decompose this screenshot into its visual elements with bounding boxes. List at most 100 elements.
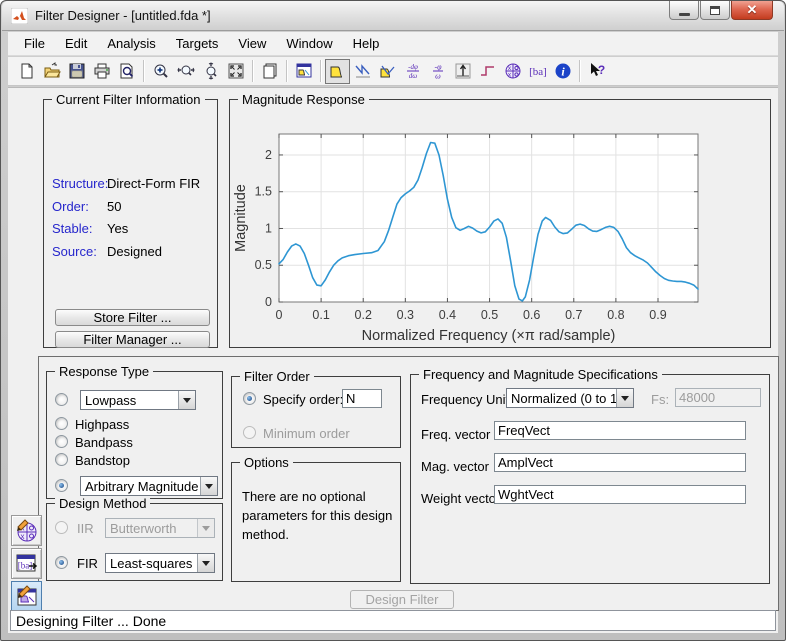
arbitrary-magnitude-combo-arrow[interactable] xyxy=(200,477,217,495)
zoom-y-icon[interactable] xyxy=(198,59,223,84)
bandstop-radio[interactable] xyxy=(55,453,68,466)
full-view-icon[interactable] xyxy=(223,59,248,84)
print-icon[interactable] xyxy=(89,59,114,84)
svg-text:x: x xyxy=(20,532,24,541)
specify-order-radio[interactable] xyxy=(243,392,256,405)
response-type-title: Response Type xyxy=(55,364,153,379)
menu-targets[interactable]: Targets xyxy=(166,33,229,54)
design-filter-button[interactable]: Design Filter xyxy=(350,590,454,609)
stable-label: Stable: xyxy=(52,221,92,236)
frequency-units-combo-arrow[interactable] xyxy=(616,389,633,407)
filter-manager-button[interactable]: Filter Manager ... xyxy=(55,331,210,348)
zoom-in-icon[interactable] xyxy=(148,59,173,84)
toolbar-separator xyxy=(286,60,287,82)
menu-edit[interactable]: Edit xyxy=(55,33,97,54)
svg-text:0.5: 0.5 xyxy=(481,308,498,322)
menu-window[interactable]: Window xyxy=(276,33,342,54)
whats-this-help-icon[interactable]: ? xyxy=(584,59,609,84)
menu-analysis[interactable]: Analysis xyxy=(97,33,165,54)
source-value: Designed xyxy=(107,244,162,259)
bandpass-radio[interactable] xyxy=(55,435,68,448)
svg-text:0.7: 0.7 xyxy=(565,308,582,322)
frequency-units-combo[interactable]: Normalized (0 to 1) xyxy=(506,388,634,408)
group-delay-response-icon[interactable]: -dφdω xyxy=(400,59,425,84)
svg-text:0.3: 0.3 xyxy=(397,308,414,322)
order-label: Order: xyxy=(52,199,89,214)
title-bar[interactable]: Filter Designer - [untitled.fda *] ✕ xyxy=(2,1,784,31)
frequency-units-label: Frequency Units xyxy=(421,392,516,407)
arbitrary-magnitude-combo[interactable]: Arbitrary Magnitude xyxy=(80,476,218,496)
filter-information-icon[interactable]: i xyxy=(550,59,575,84)
sidebar-pole-zero-editor-button[interactable]: x x xyxy=(11,515,42,546)
store-filter-button[interactable]: Store Filter ... xyxy=(55,309,210,326)
window-title: Filter Designer - [untitled.fda *] xyxy=(35,8,211,23)
impulse-response-icon[interactable] xyxy=(450,59,475,84)
pole-zero-plot-icon[interactable]: xx xyxy=(500,59,525,84)
svg-text:2: 2 xyxy=(265,148,272,162)
weight-vector-input[interactable] xyxy=(494,485,746,504)
iir-method-combo[interactable]: Butterworth xyxy=(105,518,215,538)
lowpass-combo[interactable]: Lowpass xyxy=(80,390,196,410)
iir-method-combo-value: Butterworth xyxy=(106,519,197,537)
svg-text:Normalized Frequency (×π rad/: Normalized Frequency (×π rad/sample) xyxy=(362,328,616,344)
maximize-button[interactable] xyxy=(700,1,730,20)
fir-method-combo[interactable]: Least-squares xyxy=(105,553,215,573)
sidebar-design-filter-button[interactable] xyxy=(11,581,42,612)
phase-delay-response-icon[interactable]: -φω xyxy=(425,59,450,84)
svg-text:-dφ: -dφ xyxy=(408,63,418,71)
menu-bar: File Edit Analysis Targets View Window H… xyxy=(8,32,778,56)
close-button[interactable]: ✕ xyxy=(731,1,773,20)
open-session-icon[interactable] xyxy=(39,59,64,84)
filter-specifications-icon[interactable] xyxy=(291,59,316,84)
toolbar-separator xyxy=(143,60,144,82)
mag-vector-input[interactable] xyxy=(494,453,746,472)
highpass-radio[interactable] xyxy=(55,417,68,430)
new-filter-icon[interactable] xyxy=(14,59,39,84)
minimize-button[interactable] xyxy=(669,1,699,20)
sidebar-import-filter-button[interactable]: [ba] xyxy=(11,548,42,579)
svg-text:1.5: 1.5 xyxy=(255,185,272,199)
save-session-icon[interactable] xyxy=(64,59,89,84)
weight-vector-label: Weight vector xyxy=(421,491,500,506)
svg-text:?: ? xyxy=(597,63,604,77)
client-area: Current Filter Information Structure: Di… xyxy=(8,87,778,633)
zoom-x-icon[interactable] xyxy=(173,59,198,84)
order-value: 50 xyxy=(107,199,121,214)
current-filter-info-title: Current Filter Information xyxy=(52,92,205,107)
design-panel: Response Type Lowpass Highpass Bandpass … xyxy=(38,356,779,611)
print-to-figure-icon[interactable] xyxy=(257,59,282,84)
freq-vector-input[interactable] xyxy=(494,421,746,440)
svg-text:0.6: 0.6 xyxy=(523,308,540,322)
svg-text:0.4: 0.4 xyxy=(439,308,456,322)
print-preview-icon[interactable] xyxy=(114,59,139,84)
svg-text:0.5: 0.5 xyxy=(255,258,272,272)
lowpass-combo-arrow[interactable] xyxy=(178,391,195,409)
phase-response-icon[interactable] xyxy=(350,59,375,84)
fir-method-combo-value: Least-squares xyxy=(106,554,197,572)
step-response-icon[interactable] xyxy=(475,59,500,84)
iir-label: IIR xyxy=(77,521,94,536)
iir-radio[interactable] xyxy=(55,521,68,534)
minimize-icon xyxy=(679,13,690,16)
fir-radio[interactable] xyxy=(55,556,68,569)
svg-text:0.9: 0.9 xyxy=(649,308,666,322)
options-text: There are no optional parameters for thi… xyxy=(242,487,394,544)
filter-coefficients-icon[interactable]: [ba] xyxy=(525,59,550,84)
menu-help[interactable]: Help xyxy=(343,33,390,54)
fs-input[interactable] xyxy=(675,388,761,407)
lowpass-radio[interactable] xyxy=(55,393,68,406)
bandstop-label: Bandstop xyxy=(75,453,130,468)
fir-method-combo-arrow[interactable] xyxy=(197,554,214,572)
magnitude-response-icon[interactable] xyxy=(325,59,350,84)
filter-designer-window: Filter Designer - [untitled.fda *] ✕ Fil… xyxy=(0,0,786,641)
svg-text:0.8: 0.8 xyxy=(607,308,624,322)
arbitrary-magnitude-radio[interactable] xyxy=(55,479,68,492)
menu-view[interactable]: View xyxy=(228,33,276,54)
menu-file[interactable]: File xyxy=(14,33,55,54)
magnitude-response-panel: Magnitude Response 00.10.20.30.40.50.60.… xyxy=(229,99,771,348)
magnitude-and-phase-response-icon[interactable] xyxy=(375,59,400,84)
minimum-order-radio[interactable] xyxy=(243,426,256,439)
svg-text:[ba]: [ba] xyxy=(529,66,547,78)
current-filter-info-panel: Current Filter Information Structure: Di… xyxy=(43,99,218,348)
specify-order-input[interactable] xyxy=(342,389,382,408)
